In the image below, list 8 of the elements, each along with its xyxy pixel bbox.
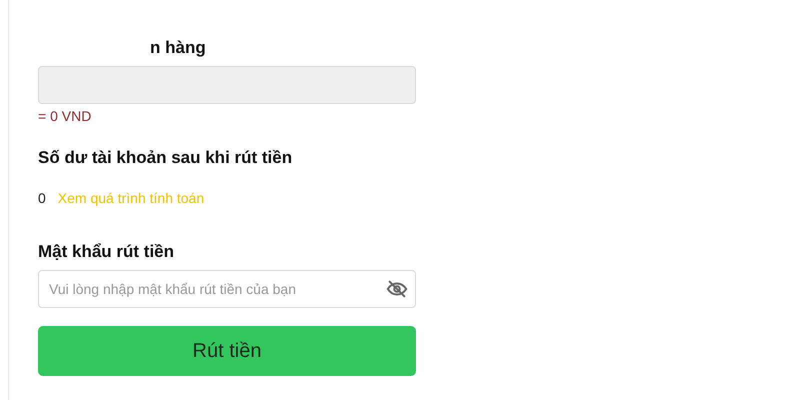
- balance-label: Số dư tài khoản sau khi rút tiền: [38, 148, 294, 168]
- password-label: Mật khẩu rút tiền: [38, 242, 176, 262]
- converted-amount: = 0 VND: [38, 108, 92, 124]
- field-label: n hàng: [150, 38, 207, 58]
- withdraw-button[interactable]: Rút tiền: [38, 326, 416, 376]
- password-field[interactable]: Vui lòng nhập mật khẩu rút tiền của bạn: [38, 270, 416, 308]
- eye-slash-icon[interactable]: [386, 278, 408, 300]
- balance-value: 0: [38, 190, 46, 206]
